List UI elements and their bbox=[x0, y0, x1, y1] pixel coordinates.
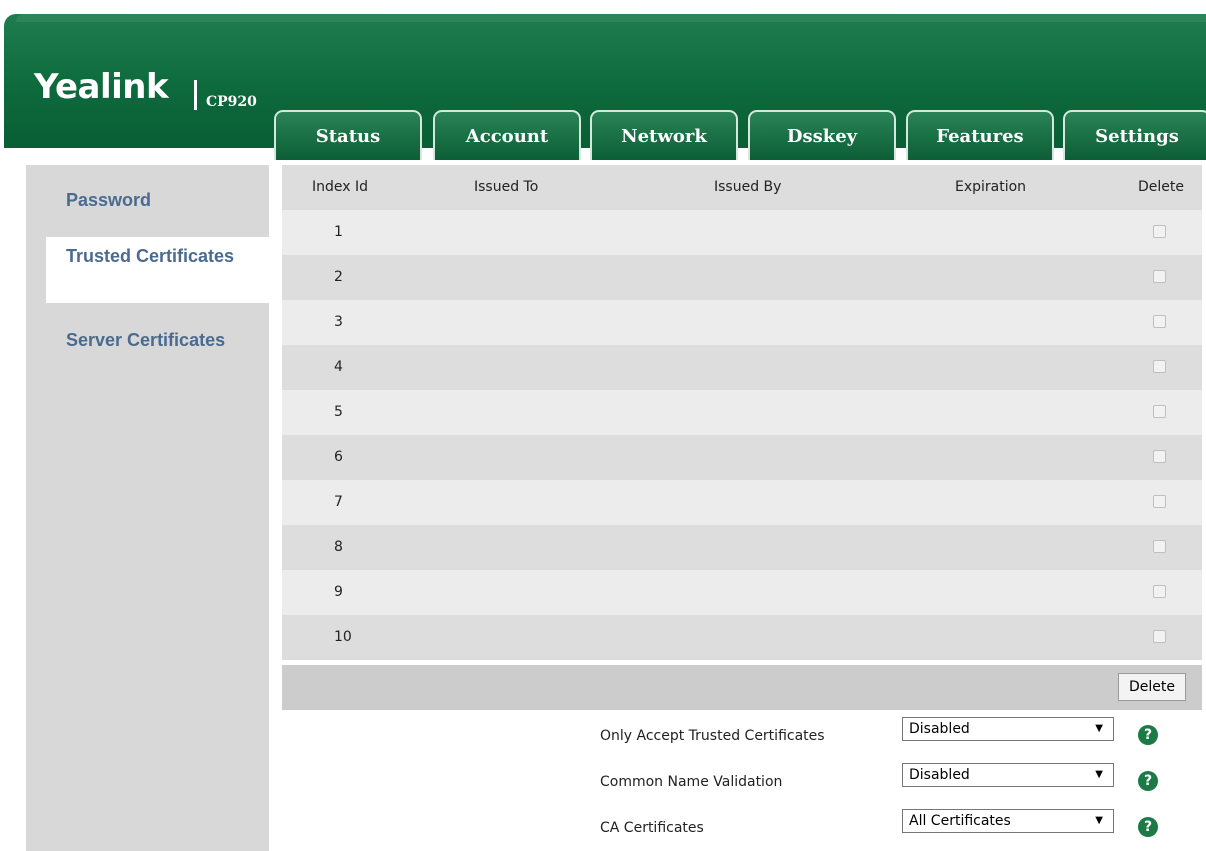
table-footer: Delete bbox=[282, 665, 1202, 710]
ca-certificates-select[interactable]: All Certificates ▼ bbox=[902, 809, 1114, 833]
help-icon[interactable]: ? bbox=[1138, 771, 1158, 791]
app-header: Yealink CP920 Status Account Network Dss… bbox=[4, 14, 1206, 160]
row-index: 7 bbox=[334, 494, 343, 510]
setting-label: Only Accept Trusted Certificates bbox=[600, 728, 825, 744]
row-index: 9 bbox=[334, 584, 343, 600]
table-row: 1 bbox=[282, 210, 1202, 255]
logo-divider bbox=[194, 80, 197, 110]
setting-label: CA Certificates bbox=[600, 820, 704, 836]
sidebar-item-server-certificates[interactable]: Server Certificates bbox=[26, 330, 269, 351]
setting-common-name-validation: Common Name Validation Disabled ▼ ? bbox=[282, 759, 1202, 805]
sidebar-item-password[interactable]: Password bbox=[26, 190, 269, 211]
table-row: 2 bbox=[282, 255, 1202, 300]
help-icon[interactable]: ? bbox=[1138, 725, 1158, 745]
chevron-down-icon: ▼ bbox=[1095, 769, 1103, 780]
setting-only-accept-trusted: Only Accept Trusted Certificates Disable… bbox=[282, 713, 1202, 759]
row-index: 6 bbox=[334, 449, 343, 465]
table-row: 6 bbox=[282, 435, 1202, 480]
row-index: 8 bbox=[334, 539, 343, 555]
common-name-validation-select[interactable]: Disabled ▼ bbox=[902, 763, 1114, 787]
row-delete-checkbox[interactable] bbox=[1153, 450, 1166, 463]
row-index: 1 bbox=[334, 224, 343, 240]
row-delete-checkbox[interactable] bbox=[1153, 540, 1166, 553]
table-row: 4 bbox=[282, 345, 1202, 390]
select-value: Disabled bbox=[909, 721, 970, 737]
table-row: 7 bbox=[282, 480, 1202, 525]
chevron-down-icon: ▼ bbox=[1095, 723, 1103, 734]
row-index: 10 bbox=[334, 629, 352, 645]
only-accept-trusted-select[interactable]: Disabled ▼ bbox=[902, 717, 1114, 741]
table-row: 10 bbox=[282, 615, 1202, 660]
tab-account[interactable]: Account bbox=[433, 110, 581, 160]
setting-ca-certificates: CA Certificates All Certificates ▼ ? bbox=[282, 805, 1202, 851]
setting-label: Common Name Validation bbox=[600, 774, 783, 790]
row-delete-checkbox[interactable] bbox=[1153, 585, 1166, 598]
tab-settings[interactable]: Settings bbox=[1063, 110, 1206, 160]
header-expiration: Expiration bbox=[955, 179, 1027, 195]
row-delete-checkbox[interactable] bbox=[1153, 360, 1166, 373]
header-delete: Delete bbox=[1138, 179, 1184, 195]
sidebar-item-trusted-certificates[interactable]: Trusted Certificates bbox=[46, 237, 302, 303]
tab-dsskey[interactable]: Dsskey bbox=[748, 110, 896, 160]
delete-button[interactable]: Delete bbox=[1118, 673, 1186, 701]
tab-network[interactable]: Network bbox=[590, 110, 738, 160]
table-row: 5 bbox=[282, 390, 1202, 435]
header-issued-by: Issued By bbox=[714, 179, 782, 195]
row-index: 2 bbox=[334, 269, 343, 285]
table-row: 3 bbox=[282, 300, 1202, 345]
model-name: CP920 bbox=[206, 94, 257, 110]
row-index: 5 bbox=[334, 404, 343, 420]
chevron-down-icon: ▼ bbox=[1095, 815, 1103, 826]
row-delete-checkbox[interactable] bbox=[1153, 225, 1166, 238]
table-row: 8 bbox=[282, 525, 1202, 570]
yealink-logo: Yealink bbox=[34, 67, 169, 107]
row-index: 4 bbox=[334, 359, 343, 375]
header-issued-to: Issued To bbox=[474, 179, 539, 195]
select-value: All Certificates bbox=[909, 813, 1011, 829]
table-header: Index Id Issued To Issued By Expiration … bbox=[282, 165, 1202, 210]
table-row: 9 bbox=[282, 570, 1202, 615]
tab-features[interactable]: Features bbox=[906, 110, 1054, 160]
row-delete-checkbox[interactable] bbox=[1153, 405, 1166, 418]
row-index: 3 bbox=[334, 314, 343, 330]
tab-status[interactable]: Status bbox=[274, 110, 422, 160]
row-delete-checkbox[interactable] bbox=[1153, 495, 1166, 508]
help-icon[interactable]: ? bbox=[1138, 817, 1158, 837]
row-delete-checkbox[interactable] bbox=[1153, 630, 1166, 643]
select-value: Disabled bbox=[909, 767, 970, 783]
row-delete-checkbox[interactable] bbox=[1153, 270, 1166, 283]
header-index-id: Index Id bbox=[312, 179, 369, 195]
row-delete-checkbox[interactable] bbox=[1153, 315, 1166, 328]
sidebar: Password Trusted Certificates Server Cer… bbox=[26, 165, 302, 851]
